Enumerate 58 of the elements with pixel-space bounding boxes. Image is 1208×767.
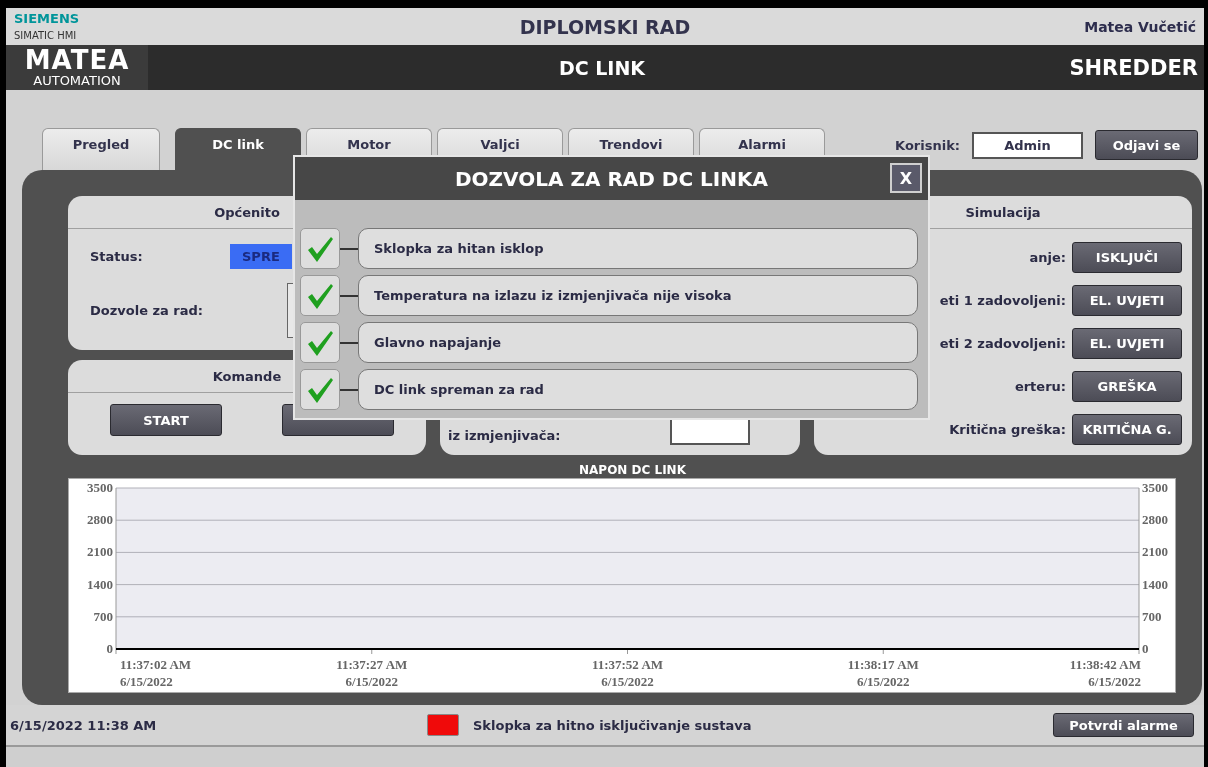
temperature-label: iz izmjenjivača:: [448, 428, 562, 443]
y-tick-label: 0: [1142, 641, 1149, 656]
temperature-field[interactable]: [670, 418, 750, 445]
tab[interactable]: DC link: [175, 128, 301, 170]
status-label: Status:: [90, 249, 144, 264]
panel-title: Komande: [212, 368, 282, 384]
logo-text: MATEA: [24, 47, 130, 73]
brand-name: SIEMENS: [14, 11, 81, 26]
y-tick-label: 700: [93, 608, 113, 624]
logo-subtitle: AUTOMATION: [33, 73, 121, 88]
y-tick-label: 700: [1142, 608, 1162, 624]
author-name: Matea Vučetić: [1083, 18, 1196, 35]
permission-item: Sklopka za hitan isklop: [358, 228, 918, 269]
logout-button[interactable]: Odjavi se: [1095, 130, 1198, 160]
y-tick-label: 3500: [87, 480, 113, 495]
status-indicator: SPRE: [230, 244, 292, 269]
user-field[interactable]: Admin: [972, 131, 1083, 159]
simulation-button[interactable]: EL. UVJETI: [1072, 285, 1182, 316]
simulation-label: anje:: [1029, 250, 1066, 265]
machine-name: SHREDDER: [1068, 55, 1199, 80]
simulation-label: eti 1 zadovoljeni:: [939, 293, 1066, 308]
y-tick-label: 3500: [1142, 480, 1168, 495]
screen-title: DC LINK: [557, 56, 647, 79]
permissions-label: Dozvole za rad:: [90, 303, 205, 318]
x-tick-label: 11:37:27 AM 6/15/2022: [336, 657, 408, 689]
simulation-button[interactable]: ISKLJUČI: [1072, 242, 1182, 273]
user-label: Korisnik:: [895, 137, 960, 153]
alarm-message: Sklopka za hitno isključivanje sustava: [473, 717, 753, 733]
y-tick-label: 0: [106, 641, 113, 656]
tab[interactable]: Pregled: [42, 128, 160, 170]
x-tick-label: 11:38:42 AM 6/15/2022: [1069, 657, 1141, 689]
panel-title: Simulacija: [965, 204, 1041, 220]
x-tick-label: 11:38:17 AM 6/15/2022: [847, 657, 919, 689]
y-tick-label: 1400: [87, 576, 113, 592]
permission-item: DC link spreman za rad: [358, 369, 918, 410]
y-tick-label: 1400: [1142, 576, 1168, 592]
simulation-button[interactable]: GREŠKA: [1072, 371, 1182, 402]
y-tick-label: 2100: [1142, 544, 1168, 560]
chart-title: NAPON DC LINK: [578, 462, 687, 478]
product-name: SIMATIC HMI: [14, 28, 78, 42]
simulation-label: Kritična greška:: [949, 422, 1066, 437]
x-tick-label: 11:37:52 AM 6/15/2022: [591, 657, 664, 689]
simulation-button[interactable]: EL. UVJETI: [1072, 328, 1182, 359]
start-button[interactable]: START: [110, 404, 222, 436]
y-tick-label: 2800: [87, 512, 113, 528]
permission-item: Temperatura na izlazu iz izmjenjivača nije visoka: [358, 275, 918, 316]
y-tick-label: 2100: [87, 544, 113, 560]
date-time: 6/15/2022 11:38 AM: [10, 717, 158, 733]
permission-item: Glavno napajanje: [358, 322, 918, 363]
x-tick-label: 11:37:02 AM 6/15/2022: [120, 657, 192, 689]
simulation-label: erteru:: [1014, 379, 1066, 394]
simulation-label: eti 2 zadovoljeni:: [939, 336, 1066, 351]
project-title: DIPLOMSKI RAD: [518, 15, 692, 38]
y-tick-label: 2800: [1142, 512, 1168, 528]
simulation-button[interactable]: KRITIČNA G.: [1072, 414, 1182, 445]
acknowledge-button[interactable]: Potvrdi alarme: [1053, 713, 1194, 737]
close-button[interactable]: X: [890, 163, 922, 193]
panel-title: Općenito: [214, 204, 280, 220]
